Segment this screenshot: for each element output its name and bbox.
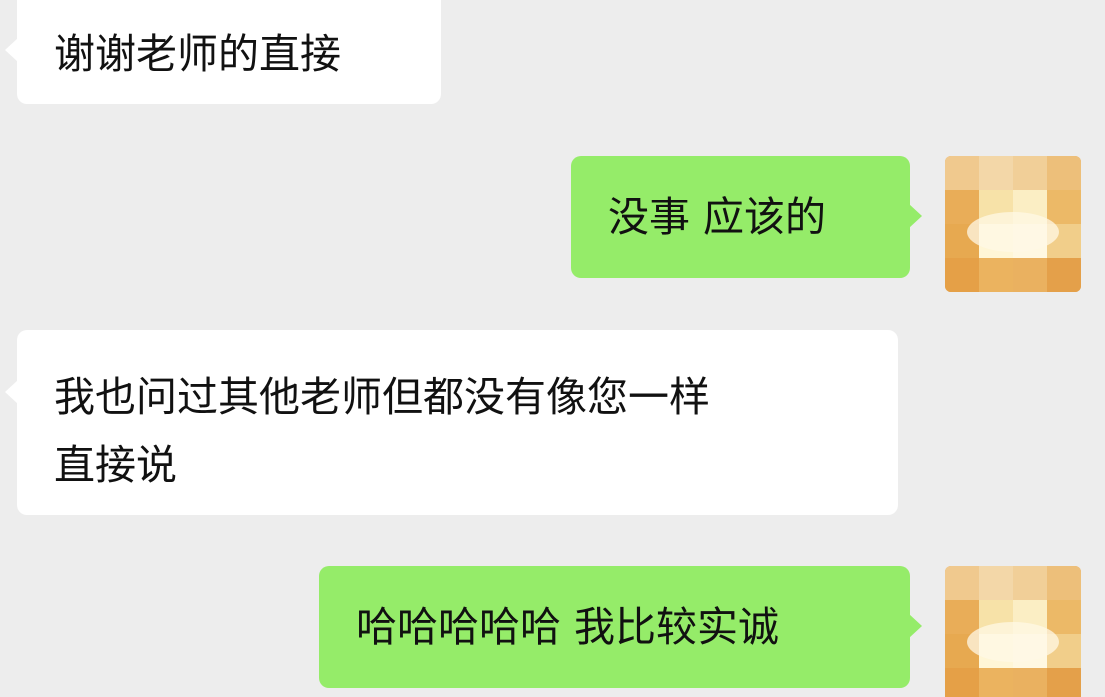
- bubble-tail: [5, 38, 18, 62]
- message-text: 谢谢老师的直接: [54, 30, 341, 78]
- chat-window: 谢谢老师的直接 没事 应该的 我也问过其他老师但都没有像您一样 直接说 哈哈哈哈…: [0, 0, 1105, 697]
- user-avatar[interactable]: [945, 566, 1081, 697]
- avatar-image: [945, 566, 1081, 697]
- message-text: 我也问过其他老师但都没有像您一样: [54, 373, 710, 421]
- outgoing-message[interactable]: 没事 应该的: [571, 156, 922, 278]
- avatar-image: [945, 156, 1081, 292]
- bubble-tail: [5, 380, 18, 404]
- message-text-line-2: 直接说: [54, 441, 177, 489]
- incoming-message[interactable]: 我也问过其他老师但都没有像您一样 直接说: [5, 330, 898, 515]
- message-text: 哈哈哈哈哈 我比较实诚: [356, 603, 780, 651]
- outgoing-message[interactable]: 哈哈哈哈哈 我比较实诚: [319, 566, 922, 688]
- message-text: 没事 应该的: [608, 193, 827, 241]
- incoming-message[interactable]: 谢谢老师的直接: [5, 0, 441, 104]
- bubble-tail: [909, 204, 922, 228]
- bubble-tail: [909, 614, 922, 638]
- user-avatar[interactable]: [945, 156, 1081, 292]
